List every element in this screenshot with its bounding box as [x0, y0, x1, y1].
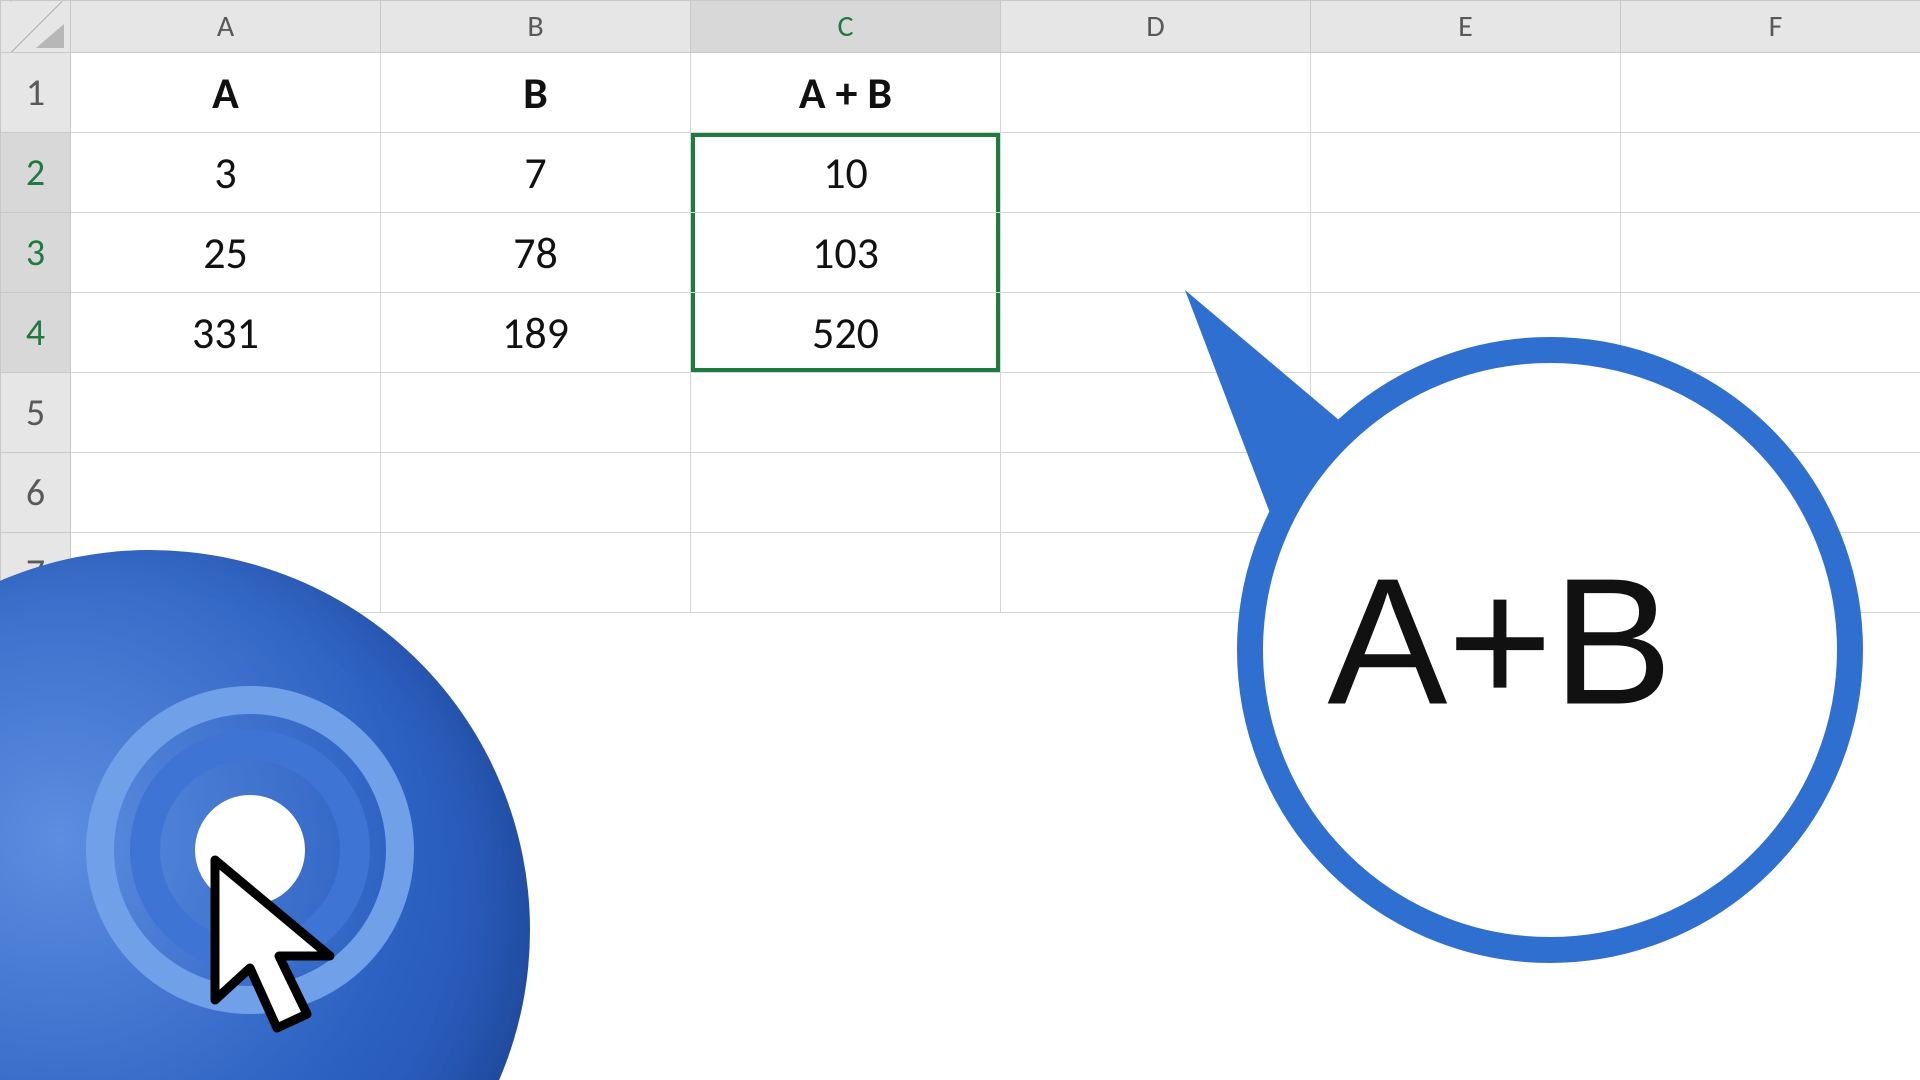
- cell-a2[interactable]: 3: [71, 133, 381, 213]
- col-header-e[interactable]: E: [1311, 1, 1621, 53]
- cell-b3[interactable]: 78: [381, 213, 691, 293]
- cell-b7[interactable]: [381, 533, 691, 613]
- col-header-d[interactable]: D: [1001, 1, 1311, 53]
- cell-f6[interactable]: [1621, 453, 1920, 533]
- cell-f5[interactable]: [1621, 373, 1920, 453]
- row-header-4[interactable]: 4: [1, 293, 71, 373]
- col-header-a[interactable]: A: [71, 1, 381, 53]
- cell-b6[interactable]: [381, 453, 691, 533]
- cell-f2[interactable]: [1621, 133, 1920, 213]
- cell-b5[interactable]: [381, 373, 691, 453]
- cell-a6[interactable]: [71, 453, 381, 533]
- col-header-f[interactable]: F: [1621, 1, 1920, 53]
- cell-e5[interactable]: [1311, 373, 1621, 453]
- cell-d1[interactable]: [1001, 53, 1311, 133]
- cell-a3[interactable]: 25: [71, 213, 381, 293]
- cell-f3[interactable]: [1621, 213, 1920, 293]
- cell-c5[interactable]: [691, 373, 1001, 453]
- cell-b2[interactable]: 7: [381, 133, 691, 213]
- cell-f1[interactable]: [1621, 53, 1920, 133]
- cell-e2[interactable]: [1311, 133, 1621, 213]
- col-header-b[interactable]: B: [381, 1, 691, 53]
- select-all-corner[interactable]: [1, 1, 71, 53]
- cell-e1[interactable]: [1311, 53, 1621, 133]
- cell-d2[interactable]: [1001, 133, 1311, 213]
- row-header-6[interactable]: 6: [1, 453, 71, 533]
- row-header-3[interactable]: 3: [1, 213, 71, 293]
- col-header-c[interactable]: C: [691, 1, 1001, 53]
- cell-e7[interactable]: [1311, 533, 1621, 613]
- cell-f7[interactable]: [1621, 533, 1920, 613]
- cell-a1[interactable]: A: [71, 53, 381, 133]
- cell-d5[interactable]: [1001, 373, 1311, 453]
- cell-a4[interactable]: 331: [71, 293, 381, 373]
- cell-d7[interactable]: [1001, 533, 1311, 613]
- row-header-2[interactable]: 2: [1, 133, 71, 213]
- row-header-5[interactable]: 5: [1, 373, 71, 453]
- cell-e4[interactable]: [1311, 293, 1621, 373]
- cell-c2[interactable]: 10: [691, 133, 1001, 213]
- cursor-icon: [195, 850, 365, 1050]
- cell-c6[interactable]: [691, 453, 1001, 533]
- cell-c4[interactable]: 520: [691, 293, 1001, 373]
- cell-c7[interactable]: [691, 533, 1001, 613]
- cell-f4[interactable]: [1621, 293, 1920, 373]
- cell-e3[interactable]: [1311, 213, 1621, 293]
- cell-d4[interactable]: [1001, 293, 1311, 373]
- cell-c3[interactable]: 103: [691, 213, 1001, 293]
- cell-a5[interactable]: [71, 373, 381, 453]
- cell-b1[interactable]: B: [381, 53, 691, 133]
- cell-d3[interactable]: [1001, 213, 1311, 293]
- cell-c1[interactable]: A + B: [691, 53, 1001, 133]
- cell-b4[interactable]: 189: [381, 293, 691, 373]
- cell-d6[interactable]: [1001, 453, 1311, 533]
- row-header-1[interactable]: 1: [1, 53, 71, 133]
- cell-e6[interactable]: [1311, 453, 1621, 533]
